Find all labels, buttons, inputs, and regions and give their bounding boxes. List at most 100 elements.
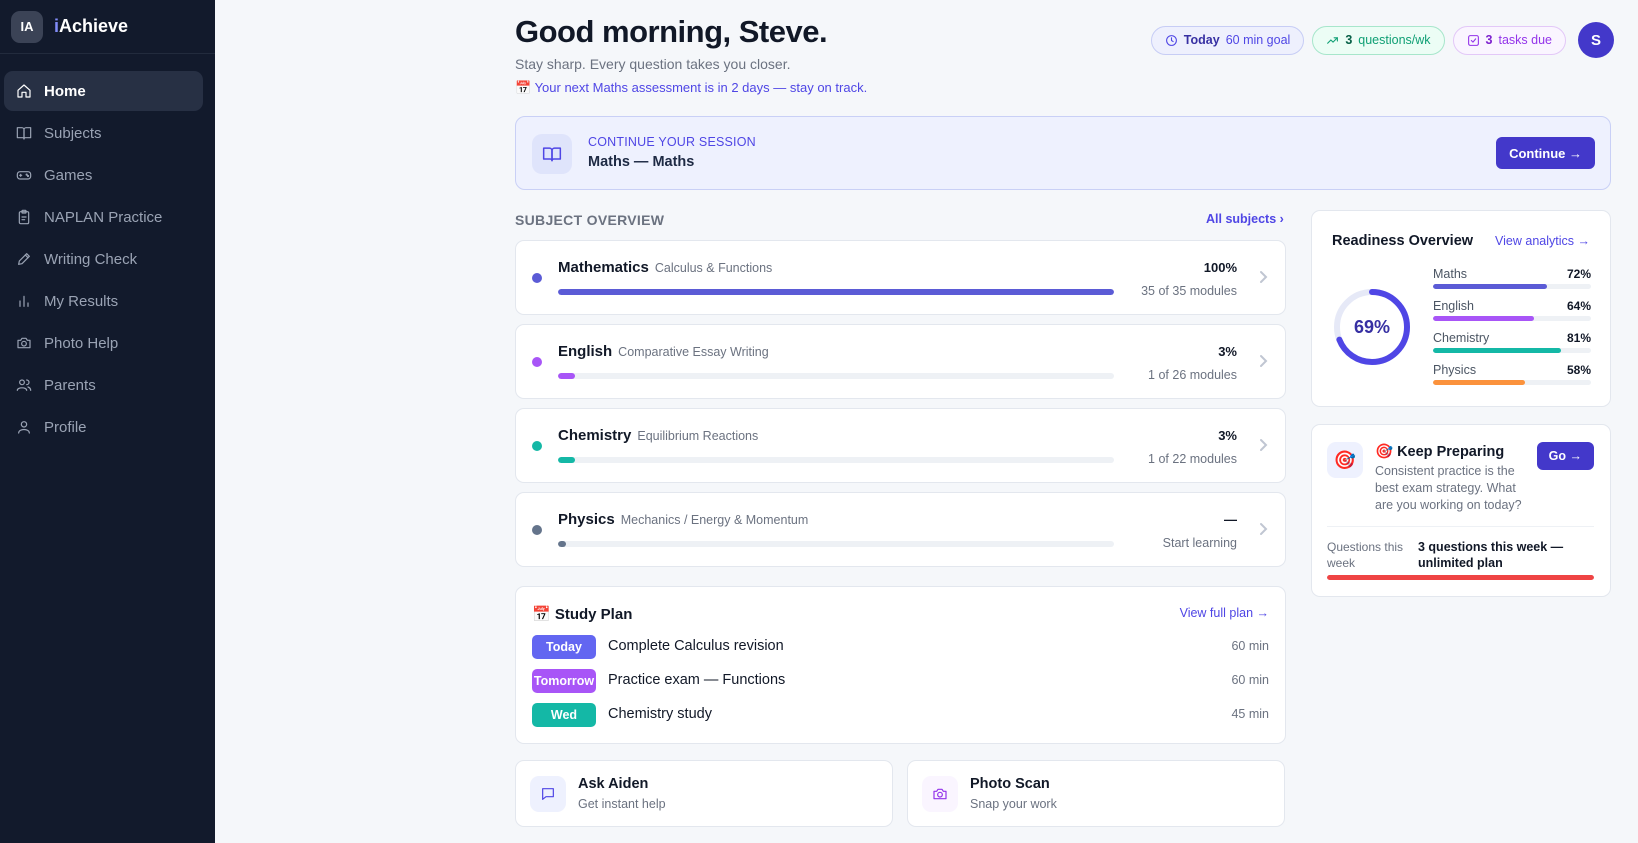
study-plan-item[interactable]: Tomorrow Practice exam — Functions 60 mi… — [532, 669, 1269, 693]
camera-icon — [17, 337, 31, 349]
clock-icon — [1165, 34, 1177, 46]
study-plan-item[interactable]: Today Complete Calculus revision 60 min — [532, 635, 1269, 659]
sidebar-item-label: Writing Check — [44, 250, 138, 268]
subject-modules: 35 of 35 modules — [1141, 284, 1237, 298]
sidebar-item-my-results[interactable]: My Results — [4, 281, 203, 321]
subject-card-chemistry[interactable]: Chemistry Equilibrium Reactions 3% 1 of 2… — [515, 408, 1286, 483]
subject-percent: — — [1224, 512, 1237, 527]
readiness-overall-value: 69% — [1353, 316, 1391, 337]
subject-color-dot — [532, 441, 542, 451]
readiness-bar-value: 58% — [1566, 363, 1591, 377]
questions-week-bar — [1327, 575, 1594, 580]
chevron-right-icon — [1257, 438, 1269, 452]
subject-modules: 1 of 22 modules — [1148, 452, 1237, 466]
header-stats: Today 60 min goal 3 questions/wk 3 tasks… — [1150, 22, 1614, 58]
subject-progress-bar — [558, 373, 1114, 379]
study-plan-task: Chemistry study — [608, 706, 712, 722]
subject-progress-bar — [558, 457, 1114, 463]
gamepad-icon — [16, 171, 32, 180]
go-button[interactable]: Go → — [1536, 442, 1594, 470]
avatar[interactable]: S — [1578, 22, 1614, 58]
readiness-bar-chemistry: Chemistry 81% — [1433, 331, 1591, 353]
chat-icon — [542, 788, 554, 800]
view-analytics-link[interactable]: View analytics → — [1495, 234, 1590, 248]
subject-progress-fill — [558, 457, 575, 463]
questions-pill[interactable]: 3 questions/wk — [1312, 25, 1445, 55]
sidebar-item-label: Photo Help — [44, 334, 119, 352]
study-plan-day-tag: Tomorrow — [532, 669, 596, 693]
brand-name: iAchieve — [54, 16, 129, 36]
subject-topic: Mechanics / Energy & Momentum — [620, 513, 809, 527]
book-open-icon — [542, 147, 562, 162]
home-icon — [17, 84, 31, 98]
tasks-pill-strong: 3 — [1485, 33, 1493, 47]
keep-preparing-card: 🎯 🎯 Keep Preparing Consistent practice i… — [1311, 424, 1611, 597]
sidebar-item-subjects[interactable]: Subjects — [4, 113, 203, 153]
subject-color-dot — [532, 357, 542, 367]
users-icon — [16, 379, 32, 391]
study-plan-duration: 60 min — [1231, 673, 1269, 687]
subject-name: Chemistry Equilibrium Reactions — [558, 427, 759, 444]
quick-action-icon-wrap — [922, 776, 958, 812]
camera-icon — [933, 788, 947, 800]
subject-card-mathematics[interactable]: Mathematics Calculus & Functions 100% 35 … — [515, 240, 1286, 315]
subject-card-english[interactable]: English Comparative Essay Writing 3% 1 of… — [515, 324, 1286, 399]
subject-percent: 100% — [1203, 260, 1237, 275]
sidebar-item-profile[interactable]: Profile — [4, 407, 203, 447]
subject-progress-bar — [558, 541, 1114, 547]
sidebar-item-home[interactable]: Home — [4, 71, 203, 111]
chevron-right-icon — [1257, 522, 1269, 536]
readiness-bar-value: 64% — [1566, 299, 1591, 313]
sidebar-item-naplan-practice[interactable]: NAPLAN Practice — [4, 197, 203, 237]
sidebar-item-photo-help[interactable]: Photo Help — [4, 323, 203, 363]
quick-action-title: Ask Aiden — [578, 776, 649, 792]
subject-percent: 3% — [1218, 344, 1237, 359]
continue-button[interactable]: Continue → — [1496, 137, 1595, 169]
subject-progress-fill — [558, 373, 575, 379]
sidebar-item-writing-check[interactable]: Writing Check — [4, 239, 203, 279]
brand-badge: IA — [11, 10, 43, 43]
questions-week-value: 3 questions this week — unlimited plan — [1418, 540, 1564, 570]
study-plan-item[interactable]: Wed Chemistry study 45 min — [532, 703, 1269, 727]
subject-progress-bar — [558, 289, 1114, 295]
subject-topic: Comparative Essay Writing — [618, 345, 769, 359]
continue-session-card[interactable]: CONTINUE YOUR SESSION Maths — Maths Cont… — [515, 116, 1611, 190]
goal-pill-strong: Today — [1183, 33, 1220, 47]
ask-aiden-card[interactable]: Ask Aiden Get instant help — [515, 760, 893, 827]
clipboard-icon — [18, 209, 30, 225]
sidebar: IA iAchieve Home Subjects Games NAPLAN P… — [0, 0, 215, 843]
view-full-plan-link[interactable]: View full plan → — [1180, 606, 1269, 620]
brand[interactable]: IA iAchieve — [0, 0, 215, 54]
continue-session-title: Maths — Maths — [588, 154, 695, 170]
sidebar-item-label: Subjects — [44, 124, 102, 142]
chevron-right-icon — [1257, 270, 1269, 284]
target-icon: 🎯 — [1327, 442, 1363, 478]
study-plan-task: Practice exam — Functions — [608, 672, 786, 688]
readiness-bar-track — [1433, 380, 1591, 385]
readiness-bar-value: 72% — [1566, 267, 1591, 281]
readiness-bar-track — [1433, 284, 1591, 289]
sidebar-item-games[interactable]: Games — [4, 155, 203, 195]
subject-topic: Calculus & Functions — [654, 261, 773, 275]
readiness-bar-maths: Maths 72% — [1433, 267, 1591, 289]
book-icon — [16, 127, 32, 140]
questions-pill-strong: 3 — [1345, 33, 1353, 47]
keep-preparing-text: Consistent practice is the best exam str… — [1375, 464, 1522, 512]
sidebar-item-parents[interactable]: Parents — [4, 365, 203, 405]
readiness-bar-fill — [1433, 316, 1535, 321]
study-plan-duration: 45 min — [1231, 707, 1269, 721]
subject-color-dot — [532, 273, 542, 283]
goal-pill[interactable]: Today 60 min goal — [1150, 25, 1305, 55]
subject-progress-fill — [558, 289, 1114, 295]
photo-scan-card[interactable]: Photo Scan Snap your work — [907, 760, 1285, 827]
all-subjects-link[interactable]: All subjects › — [1206, 212, 1284, 226]
subject-card-physics[interactable]: Physics Mechanics / Energy & Momentum — S… — [515, 492, 1286, 567]
checkbox-icon — [1467, 34, 1479, 46]
study-plan-day-tag: Today — [532, 635, 596, 659]
tasks-pill[interactable]: 3 tasks due — [1452, 25, 1566, 55]
subject-percent: 3% — [1218, 428, 1237, 443]
sidebar-item-label: NAPLAN Practice — [44, 208, 163, 226]
continue-session-kicker: CONTINUE YOUR SESSION — [588, 135, 756, 149]
divider — [1327, 526, 1594, 527]
readiness-bar-fill — [1433, 284, 1547, 289]
